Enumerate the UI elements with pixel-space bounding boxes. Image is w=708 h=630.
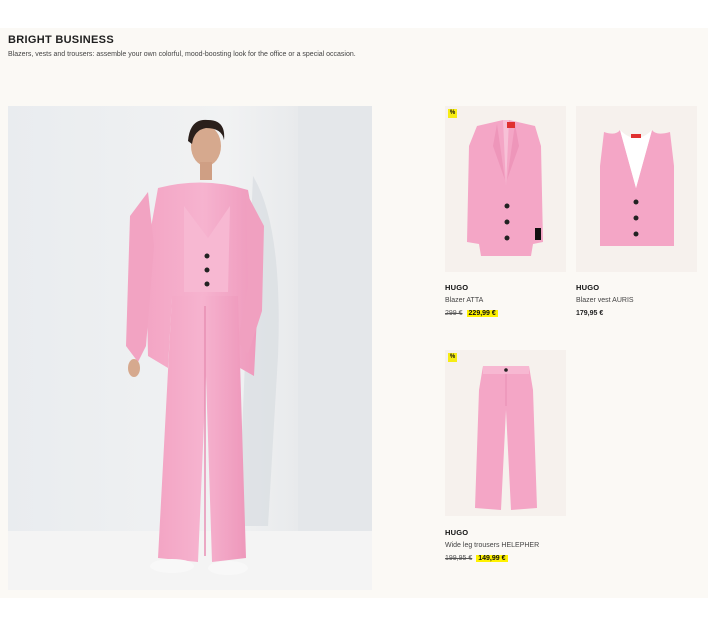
product-price-row: 179,95 € xyxy=(576,310,603,317)
hero-image[interactable] xyxy=(8,106,372,590)
old-price: 199,95 € xyxy=(445,555,473,562)
product-brand: HUGO xyxy=(445,283,469,292)
page: BRIGHT BUSINESS Blazers, vests and trous… xyxy=(0,0,708,630)
blazer-illustration xyxy=(467,120,543,256)
product-name[interactable]: Blazer ATTA xyxy=(445,297,483,304)
sale-price: 229,99 € xyxy=(466,310,498,317)
product-price-row: 199,95 €149,99 € xyxy=(445,555,508,562)
product-card-vest[interactable]: HUGO Blazer vest AURIS 179,95 € xyxy=(576,106,697,326)
price: 179,95 € xyxy=(576,310,604,317)
product-price-row: 299 €229,99 € xyxy=(445,310,498,317)
product-image-vest[interactable] xyxy=(576,106,697,272)
sale-badge: % xyxy=(448,109,457,118)
sale-badge: % xyxy=(448,353,457,362)
product-image-trousers[interactable]: % xyxy=(445,350,566,516)
trousers-illustration xyxy=(475,366,537,510)
section-subtitle: Blazers, vests and trousers: assemble yo… xyxy=(8,51,356,58)
product-card-trousers[interactable]: % HUGO Wide leg trousers HELEPHER 199,95… xyxy=(445,350,566,572)
product-image-blazer[interactable]: % xyxy=(445,106,566,272)
hero-model-illustration xyxy=(8,106,372,590)
product-brand: HUGO xyxy=(576,283,600,292)
top-strip xyxy=(0,0,708,28)
product-name[interactable]: Blazer vest AURIS xyxy=(576,297,634,304)
product-card-blazer[interactable]: % HUGO Blazer ATTA 299 €229,99 € xyxy=(445,106,566,326)
bottom-strip xyxy=(0,598,708,630)
old-price: 299 € xyxy=(445,310,463,317)
vest-illustration xyxy=(600,130,674,246)
product-brand: HUGO xyxy=(445,528,469,537)
sale-price: 149,99 € xyxy=(476,555,508,562)
section-title: BRIGHT BUSINESS xyxy=(8,34,114,46)
product-name[interactable]: Wide leg trousers HELEPHER xyxy=(445,542,539,549)
